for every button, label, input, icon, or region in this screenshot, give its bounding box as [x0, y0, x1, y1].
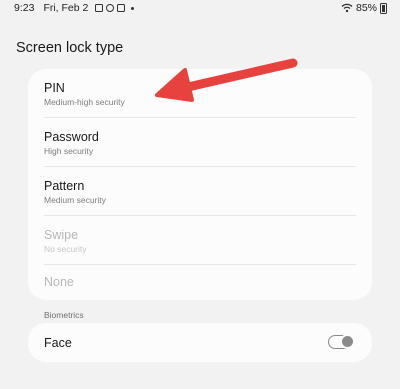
- lock-option-swipe: Swipe No security: [28, 216, 372, 265]
- biometrics-section-label: Biometrics: [44, 310, 84, 320]
- status-time: 9:23: [14, 2, 35, 14]
- app-notification-icon: [117, 4, 126, 12]
- lock-option-pattern[interactable]: Pattern Medium security: [28, 167, 372, 216]
- face-toggle[interactable]: [328, 334, 355, 349]
- battery-percent: 85%: [355, 2, 377, 14]
- wifi-icon: [341, 3, 353, 13]
- gallery-notification-icon: [95, 4, 104, 12]
- lock-option-password[interactable]: Password High security: [28, 118, 372, 167]
- option-title: Swipe: [44, 228, 79, 242]
- page-title: Screen lock type: [16, 40, 124, 56]
- option-title: PIN: [44, 81, 65, 95]
- lock-type-card: PIN Medium-high security Password High s…: [28, 69, 372, 300]
- status-bar: 9:23 Fri, Feb 2 85%: [0, 0, 400, 16]
- more-notifications-icon: [131, 6, 135, 10]
- toggle-knob: [340, 334, 355, 349]
- battery-icon: [380, 2, 387, 14]
- option-subtitle: Medium security: [44, 195, 106, 205]
- status-left: 9:23 Fri, Feb 2: [14, 2, 135, 14]
- option-subtitle: No security: [44, 244, 87, 254]
- option-title: None: [44, 275, 74, 289]
- status-date: Fri, Feb 2: [43, 2, 89, 14]
- face-label: Face: [44, 336, 72, 350]
- sync-notification-icon: [106, 4, 115, 12]
- lock-option-none: None: [28, 265, 372, 300]
- option-subtitle: High security: [44, 146, 94, 156]
- option-title: Password: [44, 130, 99, 144]
- status-right: 85%: [341, 2, 387, 14]
- option-subtitle: Medium-high security: [44, 97, 125, 107]
- lock-option-pin[interactable]: PIN Medium-high security: [28, 69, 372, 118]
- biometrics-card: Face: [28, 323, 372, 362]
- option-title: Pattern: [44, 179, 85, 193]
